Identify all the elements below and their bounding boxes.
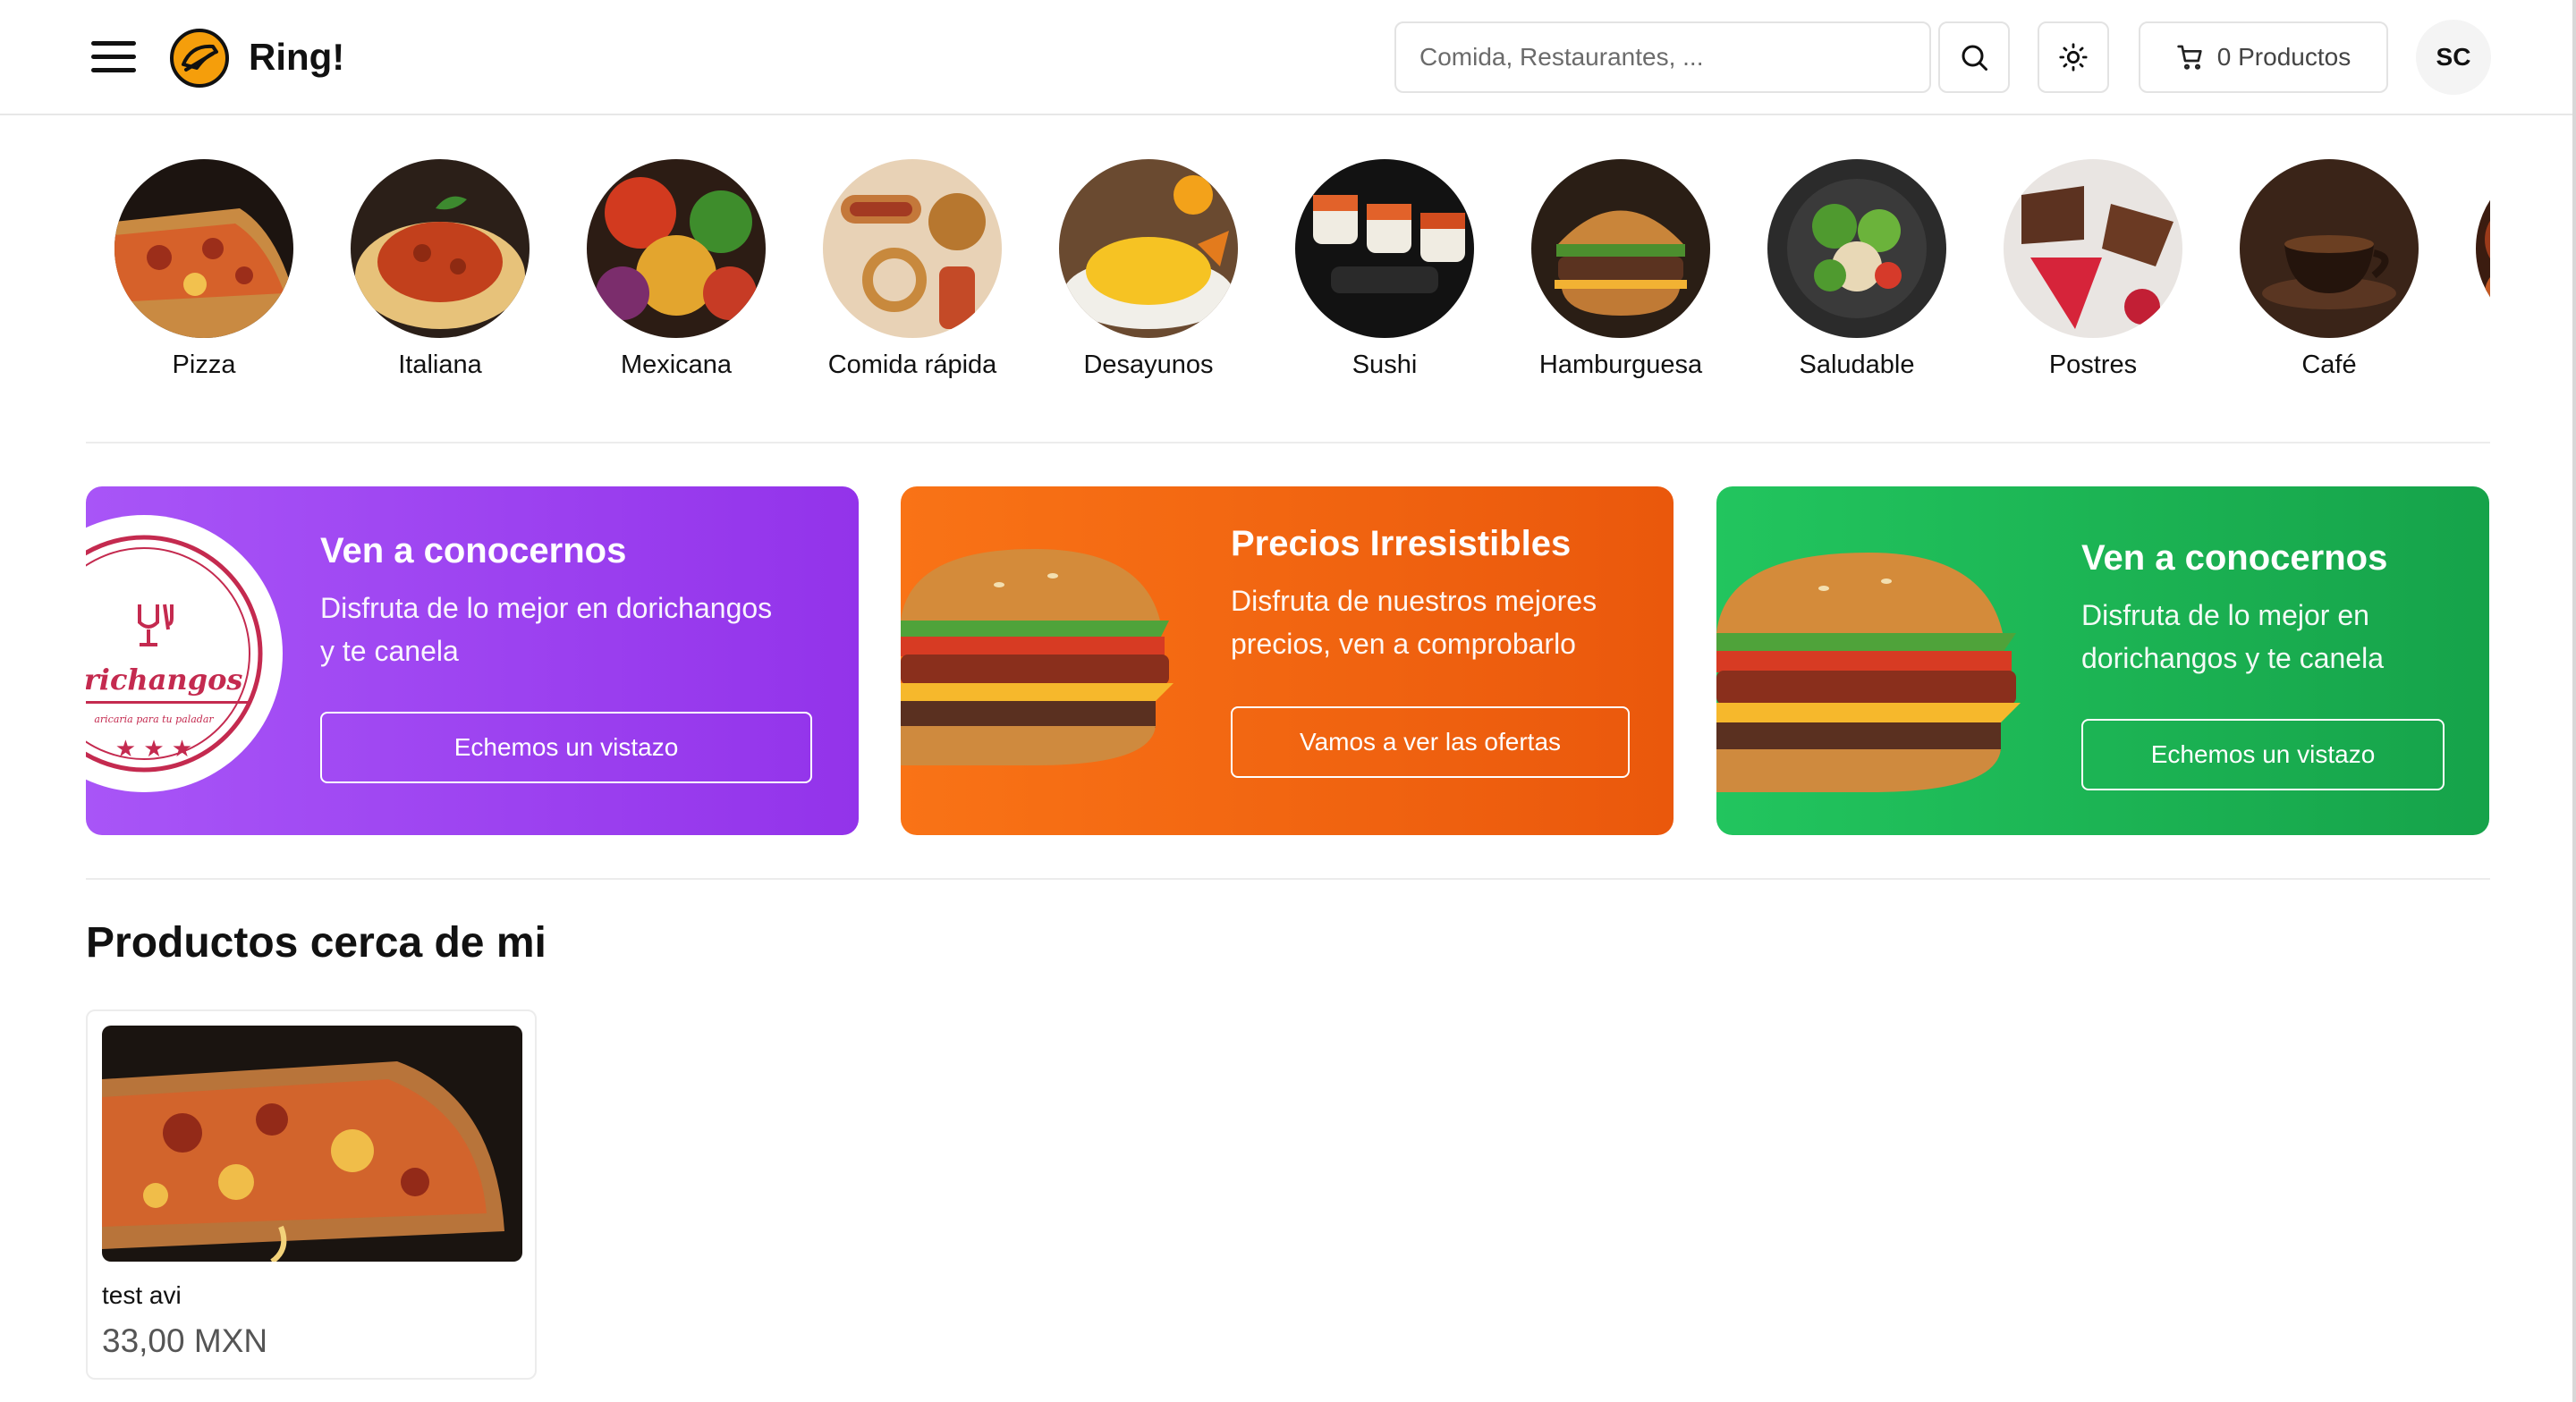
product-name: test avi <box>102 1281 182 1309</box>
coffee-image <box>2240 159 2419 338</box>
mexican-food-image <box>587 159 766 338</box>
burger-image <box>1531 159 1710 338</box>
restaurant-logo-badge: orichangos aricaria para tu paladar ★ ★ … <box>86 515 283 792</box>
breakfast-image <box>1059 159 1238 338</box>
category-label: Postres <box>2048 350 2138 379</box>
category-carousel[interactable]: Pizza Italiana Mexicana Comida rápida De… <box>86 157 2490 390</box>
search-icon <box>1962 45 1987 71</box>
banner-text-line-2: y te canela <box>320 635 459 667</box>
cart-button[interactable]: 0 Productos <box>2139 21 2388 93</box>
menu-icon[interactable] <box>91 41 136 73</box>
category-label: Italiana <box>398 350 482 379</box>
logo-text: orichangos <box>86 663 242 697</box>
salad-image <box>1767 159 1946 338</box>
dessert-image <box>2004 159 2182 338</box>
window-edge <box>2572 0 2576 1402</box>
promo-banner-orange[interactable]: Precios Irresistibles Disfruta de nuestr… <box>901 486 1674 835</box>
banner-cta-button[interactable]: Echemos un vistazo <box>320 712 812 783</box>
product-image <box>102 1026 522 1262</box>
category-desayunos[interactable]: Desayunos <box>1030 157 1267 390</box>
top-header: Ring! 0 Productos SC <box>0 0 2576 115</box>
product-price: 33,00 MXN <box>102 1322 268 1359</box>
sushi-image <box>1295 159 1474 338</box>
category-label: Café <box>2301 350 2357 379</box>
avatar[interactable]: SC <box>2416 20 2491 95</box>
search-input[interactable] <box>1394 21 1931 93</box>
banner-cta-button[interactable]: Echemos un vistazo <box>2081 719 2445 790</box>
brand-logo-icon[interactable] <box>170 29 229 88</box>
banner-title: Ven a conocernos <box>320 531 627 570</box>
banner-cta-button[interactable]: Vamos a ver las ofertas <box>1231 706 1630 778</box>
search-button[interactable] <box>1938 21 2010 93</box>
sun-icon <box>2059 43 2088 72</box>
pizza-image <box>114 159 293 338</box>
category-saludable[interactable]: Saludable <box>1739 157 1975 390</box>
category-label: Saludable <box>1799 350 1915 379</box>
section-divider <box>86 442 2490 443</box>
category-italiana[interactable]: Italiana <box>322 157 558 390</box>
promo-banner-green[interactable]: Ven a conocernos Disfruta de lo mejor en… <box>1716 486 2489 835</box>
category-label: Mexicana <box>620 350 733 379</box>
burger-image <box>1716 553 2021 792</box>
pasta-image <box>351 159 530 338</box>
category-label: Sushi <box>1352 350 1418 379</box>
theme-toggle-button[interactable] <box>2038 21 2109 93</box>
cart-label: 0 Productos <box>2216 43 2351 71</box>
fast-food-image <box>823 159 1002 338</box>
category-label: Comida rápida <box>827 350 997 379</box>
category-mexicana[interactable]: Mexicana <box>558 157 794 390</box>
category-partial[interactable] <box>2447 157 2490 390</box>
category-label: Desayunos <box>1083 350 1214 379</box>
banner-title: Ven a conocernos <box>2081 538 2388 578</box>
brand-name[interactable]: Ring! <box>249 32 344 82</box>
category-postres[interactable]: Postres <box>1975 157 2211 390</box>
banner-text-line-1: Disfruta de nuestros mejores <box>1231 585 1597 617</box>
category-pizza[interactable]: Pizza <box>86 157 322 390</box>
category-label: Hamburguesa <box>1538 350 1703 379</box>
product-card[interactable]: test avi 33,00 MXN <box>86 1009 537 1380</box>
cart-icon <box>2177 45 2202 70</box>
category-label: Pizza <box>172 350 236 379</box>
food-image <box>2476 159 2490 338</box>
category-cafe[interactable]: Café <box>2211 157 2447 390</box>
banner-text-line-1: Disfruta de lo mejor en <box>2081 599 2369 631</box>
section-divider <box>86 878 2490 880</box>
category-sushi[interactable]: Sushi <box>1267 157 1503 390</box>
banner-title: Precios Irresistibles <box>1231 524 1572 563</box>
section-title: Productos cerca de mi <box>86 919 547 967</box>
banner-text-line-1: Disfruta de lo mejor en dorichangos <box>320 592 773 624</box>
category-comida-rapida[interactable]: Comida rápida <box>794 157 1030 390</box>
promo-banner-purple[interactable]: orichangos aricaria para tu paladar ★ ★ … <box>86 486 859 835</box>
banner-text-line-2: precios, ven a comprobarlo <box>1231 628 1576 660</box>
category-hamburguesa[interactable]: Hamburguesa <box>1503 157 1739 390</box>
banner-text-line-2: dorichangos y te canela <box>2081 642 2384 674</box>
logo-subtext: aricaria para tu paladar <box>94 714 214 725</box>
svg-text:★ ★ ★: ★ ★ ★ <box>115 736 192 763</box>
burger-image <box>901 549 1174 765</box>
